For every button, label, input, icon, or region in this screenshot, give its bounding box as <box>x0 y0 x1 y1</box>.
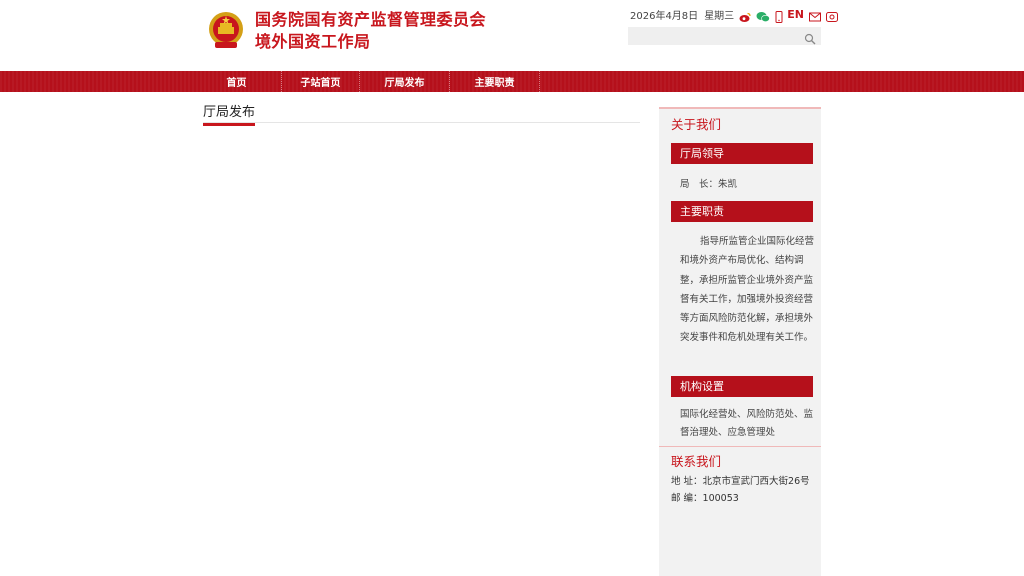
leadership-heading[interactable]: 厅局领导 <box>671 143 813 164</box>
english-version-link[interactable]: EN <box>787 8 804 21</box>
national-emblem-logo[interactable] <box>207 10 245 50</box>
nav-item-home[interactable]: 首页 <box>192 71 282 92</box>
accessibility-icon[interactable] <box>825 8 838 22</box>
site-title-line2: 境外国资工作局 <box>255 32 371 51</box>
main-nav: 首页 子站首页 厅局发布 主要职责 <box>0 71 1024 92</box>
current-weekday: 星期三 <box>704 10 735 22</box>
leadership-text: 局 长：朱凯 <box>680 179 738 190</box>
contact-us-heading: 联系我们 <box>671 454 722 469</box>
contact-address: 地 址：北京市宣武门西大街26号 <box>671 476 810 487</box>
about-us-heading: 关于我们 <box>671 117 722 132</box>
weibo-icon[interactable] <box>739 8 751 22</box>
nav-item-main-duties[interactable]: 主要职责 <box>450 71 540 92</box>
contact-postcode: 邮 编：100053 <box>671 493 739 504</box>
site-title-line1: 国务院国有资产监督管理委员会 <box>255 10 487 29</box>
main-duties-text: 指导所监管企业国际化经营和境外资产布局优化、结构调整，承担所监管企业境外资产监督… <box>680 236 815 344</box>
search-icon[interactable] <box>804 30 816 45</box>
wechat-icon[interactable] <box>756 8 770 23</box>
mail-icon[interactable] <box>808 8 821 22</box>
main-duties-heading[interactable]: 主要职责 <box>671 201 813 222</box>
mobile-icon[interactable] <box>775 8 783 23</box>
org-structure-text: 国际化经营处、风险防范处、监督治理处、应急管理处 <box>680 409 814 438</box>
sidebar: 关于我们 厅局领导 局 长：朱凯 主要职责 指导所监管企业国际化经营和境外资产布… <box>659 107 821 576</box>
site-title: 国务院国有资产监督管理委员会 境外国资工作局 <box>255 9 486 53</box>
sidebar-divider <box>659 446 821 447</box>
top-utility-bar: 2026年4月8日 星期三 EN <box>630 6 838 23</box>
current-date: 2026年4月8日 <box>630 10 699 22</box>
nav-item-bureau-releases[interactable]: 厅局发布 <box>360 71 450 92</box>
search-input[interactable] <box>628 30 798 49</box>
nav-item-subsite-home[interactable]: 子站首页 <box>282 71 360 92</box>
org-structure-heading[interactable]: 机构设置 <box>671 376 813 397</box>
search-box <box>628 27 821 49</box>
section-divider <box>203 122 640 123</box>
site-header: 国务院国有资产监督管理委员会 境外国资工作局 2026年4月8日 星期三 EN <box>0 0 1024 70</box>
